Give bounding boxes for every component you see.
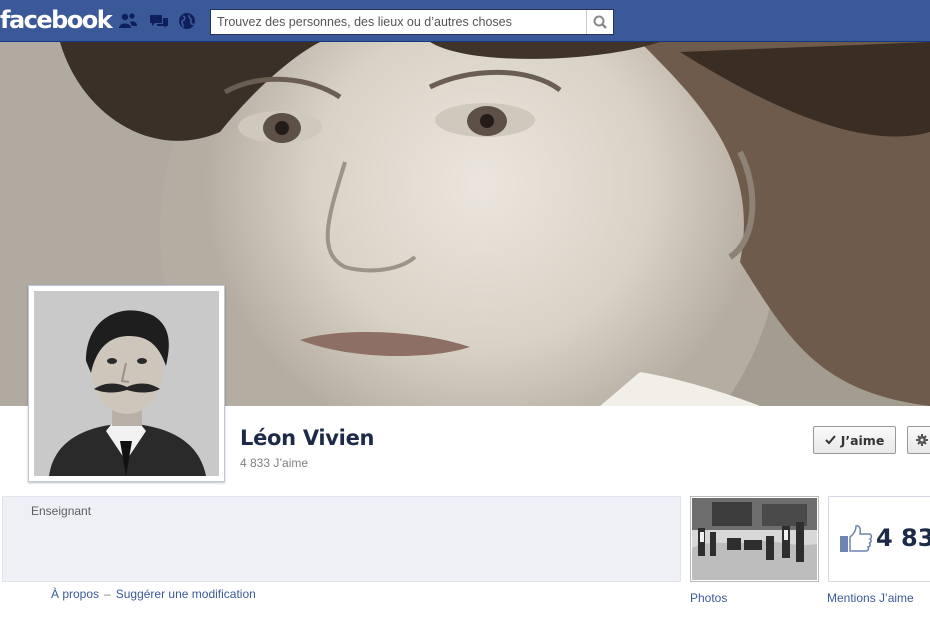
search-box[interactable]	[210, 9, 614, 35]
friend-requests-icon[interactable]	[118, 12, 138, 30]
profile-portrait-image	[34, 291, 219, 476]
suggest-edit-link[interactable]: Suggérer une modification	[116, 587, 256, 601]
likes-count: 4 833	[876, 524, 930, 552]
search-button[interactable]	[586, 10, 613, 34]
photos-thumbnail[interactable]	[690, 496, 819, 582]
profile-picture	[34, 291, 219, 476]
checkmark-icon	[824, 435, 836, 445]
facebook-logo[interactable]: facebook	[0, 6, 113, 34]
like-button-label: J’aime	[840, 432, 885, 448]
page-name: Léon Vivien	[240, 426, 375, 450]
thumbs-up-icon	[840, 525, 873, 552]
about-box	[2, 496, 681, 582]
profile-picture-frame[interactable]	[28, 285, 225, 482]
top-bar: facebook	[0, 0, 930, 42]
about-links: À propos – Suggérer une modification	[51, 587, 256, 601]
settings-button[interactable]	[907, 426, 930, 454]
photos-thumbnail-image	[692, 498, 817, 580]
gear-icon	[916, 434, 928, 446]
photos-label[interactable]: Photos	[690, 591, 727, 605]
likes-label[interactable]: Mentions J’aime	[827, 591, 914, 605]
search-icon	[593, 15, 607, 29]
link-separator: –	[104, 587, 111, 601]
notifications-globe-icon[interactable]	[177, 12, 197, 30]
search-input[interactable]	[211, 10, 587, 34]
like-button[interactable]: J’aime	[813, 426, 896, 454]
page-category: Enseignant	[31, 504, 92, 518]
about-link[interactable]: À propos	[51, 587, 99, 601]
likes-subtitle[interactable]: 4 833 J’aime	[240, 456, 308, 470]
messages-icon[interactable]	[149, 12, 169, 30]
